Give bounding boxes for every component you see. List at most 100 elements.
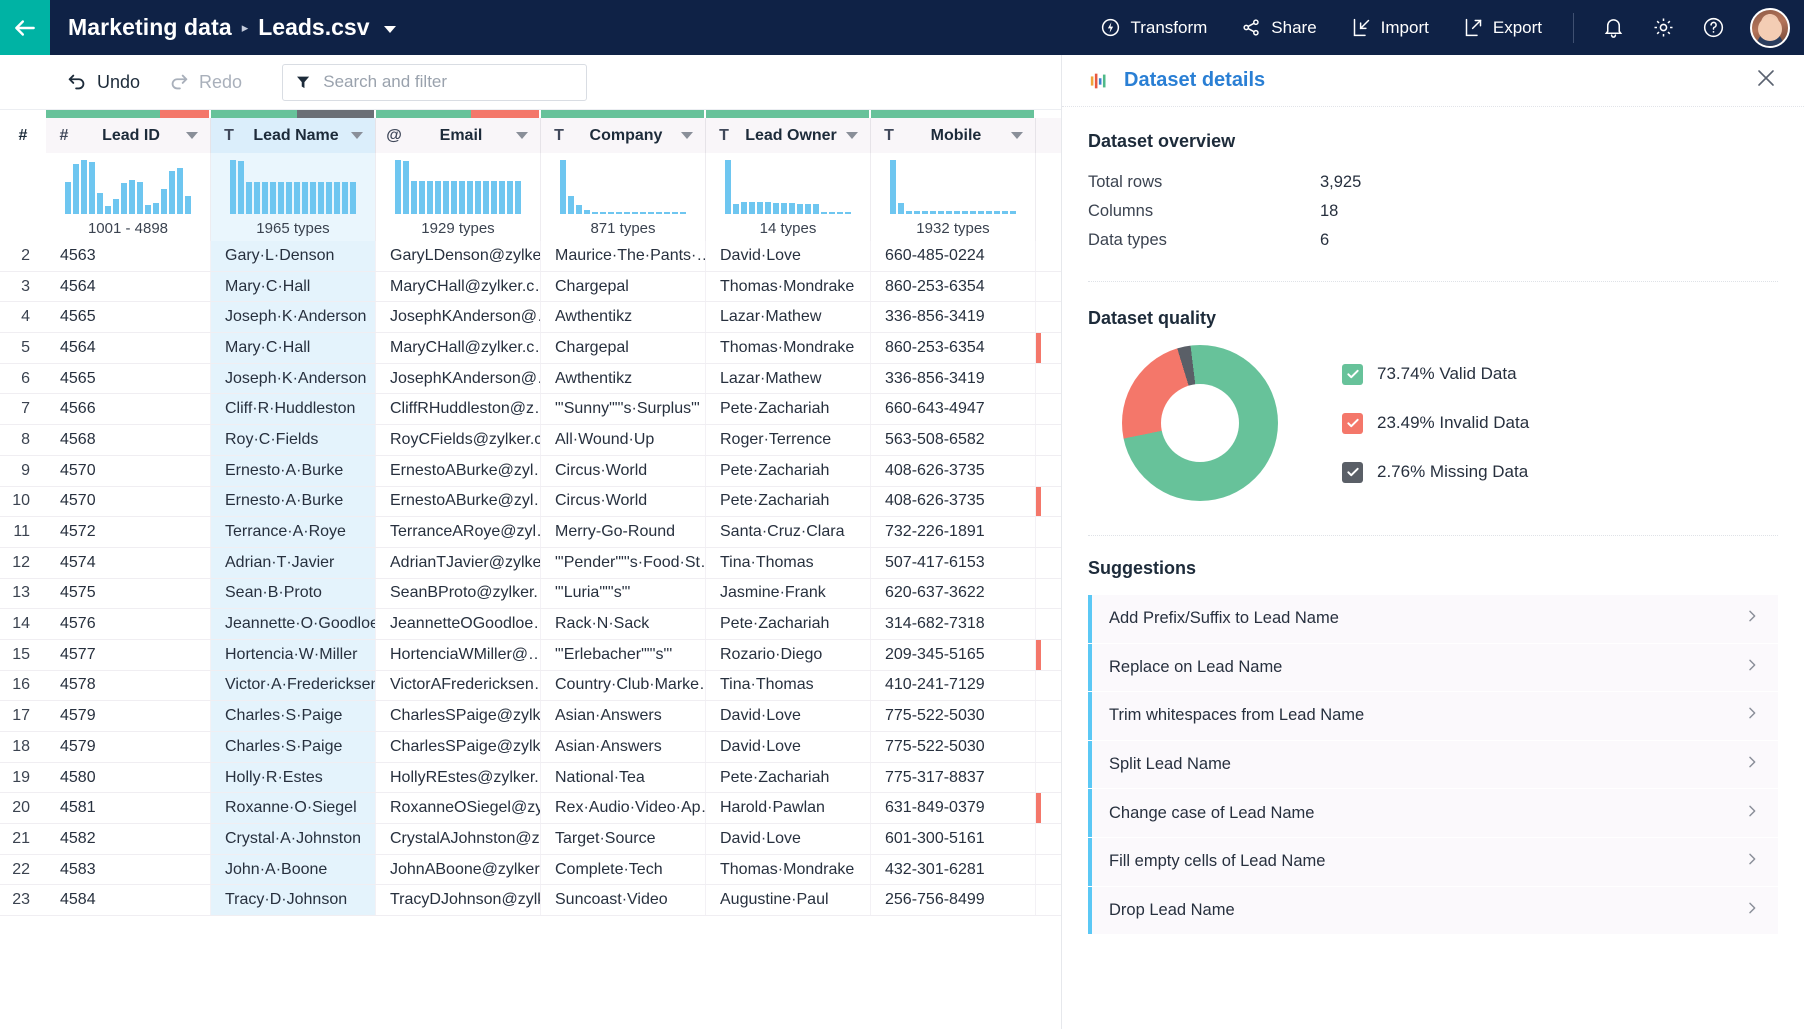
notifications-button[interactable] bbox=[1588, 0, 1638, 55]
settings-button[interactable] bbox=[1638, 0, 1688, 55]
cell-lead-owner[interactable]: Rozario·Diego bbox=[706, 639, 871, 670]
column-header-email[interactable]: @ Email bbox=[376, 118, 541, 153]
cell-email[interactable]: CharlesSPaige@zylk… bbox=[376, 732, 541, 762]
cell-mobile[interactable]: 336-856-3419 bbox=[871, 302, 1036, 333]
table-row[interactable]: 13 4575 Sean·B·Proto SeanBProto@zylker.… "'L… bbox=[0, 578, 1061, 610]
avatar[interactable] bbox=[1750, 7, 1790, 48]
column-header-mobile[interactable]: T Mobile bbox=[871, 118, 1036, 153]
cell-lead-name[interactable]: Gary·L·Denson bbox=[211, 241, 376, 271]
cell-company[interactable]: Rack·N·Sack bbox=[541, 609, 706, 639]
cell-email[interactable]: TerranceARoye@zyl… bbox=[376, 517, 541, 547]
cell-lead-name[interactable]: Roxanne·O·Siegel bbox=[211, 793, 376, 824]
cell-mobile[interactable]: 860-253-6354 bbox=[871, 271, 1036, 302]
cell-lead-owner[interactable]: David·Love bbox=[706, 824, 871, 854]
cell-email[interactable]: HollyREstes@zylker.… bbox=[376, 762, 541, 793]
cell-lead-id[interactable]: 4572 bbox=[46, 517, 211, 547]
cell-lead-owner[interactable]: David·Love bbox=[706, 241, 871, 271]
cell-lead-id[interactable]: 4574 bbox=[46, 547, 211, 578]
suggestion-item[interactable]: Change case of Lead Name bbox=[1088, 789, 1778, 837]
cell-lead-owner[interactable]: Thomas·Mondrake bbox=[706, 271, 871, 302]
export-button[interactable]: Export bbox=[1446, 0, 1559, 55]
table-row[interactable]: 5 4564 Mary·C·Hall MaryCHall@zylker.c… Charg… bbox=[0, 333, 1061, 364]
cell-company[interactable]: Chargepal bbox=[541, 271, 706, 302]
cell-company[interactable]: "'Pender""'s·Food·St… bbox=[541, 547, 706, 578]
table-row[interactable]: 3 4564 Mary·C·Hall MaryCHall@zylker.c… Charg… bbox=[0, 271, 1061, 303]
cell-lead-owner[interactable]: Pete·Zachariah bbox=[706, 486, 871, 517]
table-row[interactable]: 19 4580 Holly·R·Estes HollyREstes@zylker.… N… bbox=[0, 762, 1061, 794]
suggestion-item[interactable]: Trim whitespaces from Lead Name bbox=[1088, 692, 1778, 740]
cell-email[interactable]: CrystalAJohnston@z… bbox=[376, 824, 541, 854]
table-row[interactable]: 12 4574 Adrian·T·Javier AdrianTJavier@zylke… bbox=[0, 547, 1061, 579]
cell-lead-id[interactable]: 4568 bbox=[46, 425, 211, 455]
cell-email[interactable]: HortenciaWMiller@… bbox=[376, 639, 541, 670]
cell-email[interactable]: SeanBProto@zylker.… bbox=[376, 578, 541, 609]
cell-lead-id[interactable]: 4570 bbox=[46, 486, 211, 517]
cell-company[interactable]: Rex·Audio·Video·Ap… bbox=[541, 793, 706, 824]
cell-company[interactable]: Complete·Tech bbox=[541, 854, 706, 885]
table-row[interactable]: 22 4583John·A·BooneJohnABoone@zylker.…Com… bbox=[0, 854, 1061, 886]
cell-lead-name[interactable]: Joseph·K·Anderson bbox=[211, 302, 376, 333]
cell-mobile[interactable]: 256-756-8499 bbox=[871, 885, 1036, 916]
cell-mobile[interactable]: 563-508-6582 bbox=[871, 425, 1036, 455]
cell-lead-owner[interactable]: Jasmine·Frank bbox=[706, 578, 871, 609]
cell-lead-name[interactable]: Sean·B·Proto bbox=[211, 578, 376, 609]
cell-lead-id[interactable]: 4582 bbox=[46, 824, 211, 854]
cell-lead-id[interactable]: 4578 bbox=[46, 670, 211, 701]
cell-company[interactable]: "'Sunny""'s·Surplus"' bbox=[541, 394, 706, 425]
cell-email[interactable]: CharlesSPaige@zylk… bbox=[376, 701, 541, 731]
cell-lead-id[interactable]: 4565 bbox=[46, 302, 211, 333]
column-header-lead-owner[interactable]: T Lead Owner bbox=[706, 118, 871, 153]
cell-lead-owner[interactable]: Pete·Zachariah bbox=[706, 762, 871, 793]
cell-mobile[interactable]: 314-682-7318 bbox=[871, 609, 1036, 639]
legend-checkbox[interactable] bbox=[1342, 412, 1363, 434]
cell-mobile[interactable]: 620-637-3622 bbox=[871, 578, 1036, 609]
cell-company[interactable]: Suncoast·Video bbox=[541, 885, 706, 916]
cell-lead-id[interactable]: 4570 bbox=[46, 455, 211, 486]
cell-email[interactable]: RoyCFields@zylker.c… bbox=[376, 425, 541, 455]
redo-button[interactable]: Redo bbox=[154, 71, 256, 93]
cell-company[interactable]: Target·Source bbox=[541, 824, 706, 854]
cell-lead-name[interactable]: Victor·A·Fredericksen bbox=[211, 670, 376, 701]
undo-button[interactable]: Undo bbox=[52, 71, 154, 93]
cell-lead-name[interactable]: Ernesto·A·Burke bbox=[211, 486, 376, 517]
cell-lead-owner[interactable]: Pete·Zachariah bbox=[706, 394, 871, 425]
table-row[interactable]: 2 4563 Gary·L·Denson GaryLDenson@zylke… Maur… bbox=[0, 241, 1061, 272]
cell-lead-owner[interactable]: Lazar·Mathew bbox=[706, 302, 871, 333]
column-header-lead-id[interactable]: # Lead ID bbox=[46, 118, 211, 153]
chevron-down-icon[interactable] bbox=[383, 26, 396, 33]
cell-lead-name[interactable]: Tracy·D·Johnson bbox=[211, 885, 376, 916]
cell-mobile[interactable]: 410-241-7129 bbox=[871, 670, 1036, 701]
close-button[interactable] bbox=[1754, 66, 1778, 95]
chevron-down-icon[interactable] bbox=[1011, 132, 1023, 139]
legend-checkbox[interactable] bbox=[1342, 461, 1363, 483]
cell-company[interactable]: Country·Club·Marke… bbox=[541, 670, 706, 701]
cell-email[interactable]: RoxanneOSiegel@zyl… bbox=[376, 793, 541, 824]
suggestion-item[interactable]: Drop Lead Name bbox=[1088, 886, 1778, 935]
cell-mobile[interactable]: 432-301-6281 bbox=[871, 854, 1036, 885]
cell-company[interactable]: Asian·Answers bbox=[541, 701, 706, 731]
column-header-company[interactable]: T Company bbox=[541, 118, 706, 153]
cell-company[interactable]: All·Wound·Up bbox=[541, 425, 706, 455]
column-header-lead-name[interactable]: T Lead Name bbox=[211, 118, 376, 153]
cell-lead-owner[interactable]: Augustine·Paul bbox=[706, 885, 871, 916]
cell-lead-id[interactable]: 4576 bbox=[46, 609, 211, 639]
table-row[interactable]: 9 4570 Ernesto·A·Burke ErnestoABurke@zyl… Ci… bbox=[0, 455, 1061, 487]
search-input[interactable] bbox=[323, 72, 575, 92]
legend-checkbox[interactable] bbox=[1342, 363, 1363, 385]
cell-email[interactable]: ErnestoABurke@zyl… bbox=[376, 455, 541, 486]
cell-email[interactable]: ErnestoABurke@zyl… bbox=[376, 486, 541, 517]
cell-company[interactable]: Chargepal bbox=[541, 333, 706, 363]
breadcrumb-file[interactable]: Leads.csv bbox=[258, 14, 369, 41]
cell-lead-id[interactable]: 4583 bbox=[46, 854, 211, 885]
share-button[interactable]: Share bbox=[1224, 0, 1333, 55]
chevron-down-icon[interactable] bbox=[516, 132, 528, 139]
cell-lead-owner[interactable]: Thomas·Mondrake bbox=[706, 854, 871, 885]
table-row[interactable]: 14 4576 Jeannette·O·Goodloe JeannetteOGoodl… bbox=[0, 609, 1061, 640]
cell-lead-owner[interactable]: Tina·Thomas bbox=[706, 670, 871, 701]
cell-lead-name[interactable]: John·A·Boone bbox=[211, 854, 376, 885]
cell-lead-name[interactable]: Jeannette·O·Goodloe bbox=[211, 609, 376, 639]
cell-lead-id[interactable]: 4575 bbox=[46, 578, 211, 609]
cell-lead-owner[interactable]: Harold·Pawlan bbox=[706, 793, 871, 824]
cell-email[interactable]: JosephKAnderson@… bbox=[376, 363, 541, 394]
cell-lead-name[interactable]: Terrance·A·Roye bbox=[211, 517, 376, 547]
